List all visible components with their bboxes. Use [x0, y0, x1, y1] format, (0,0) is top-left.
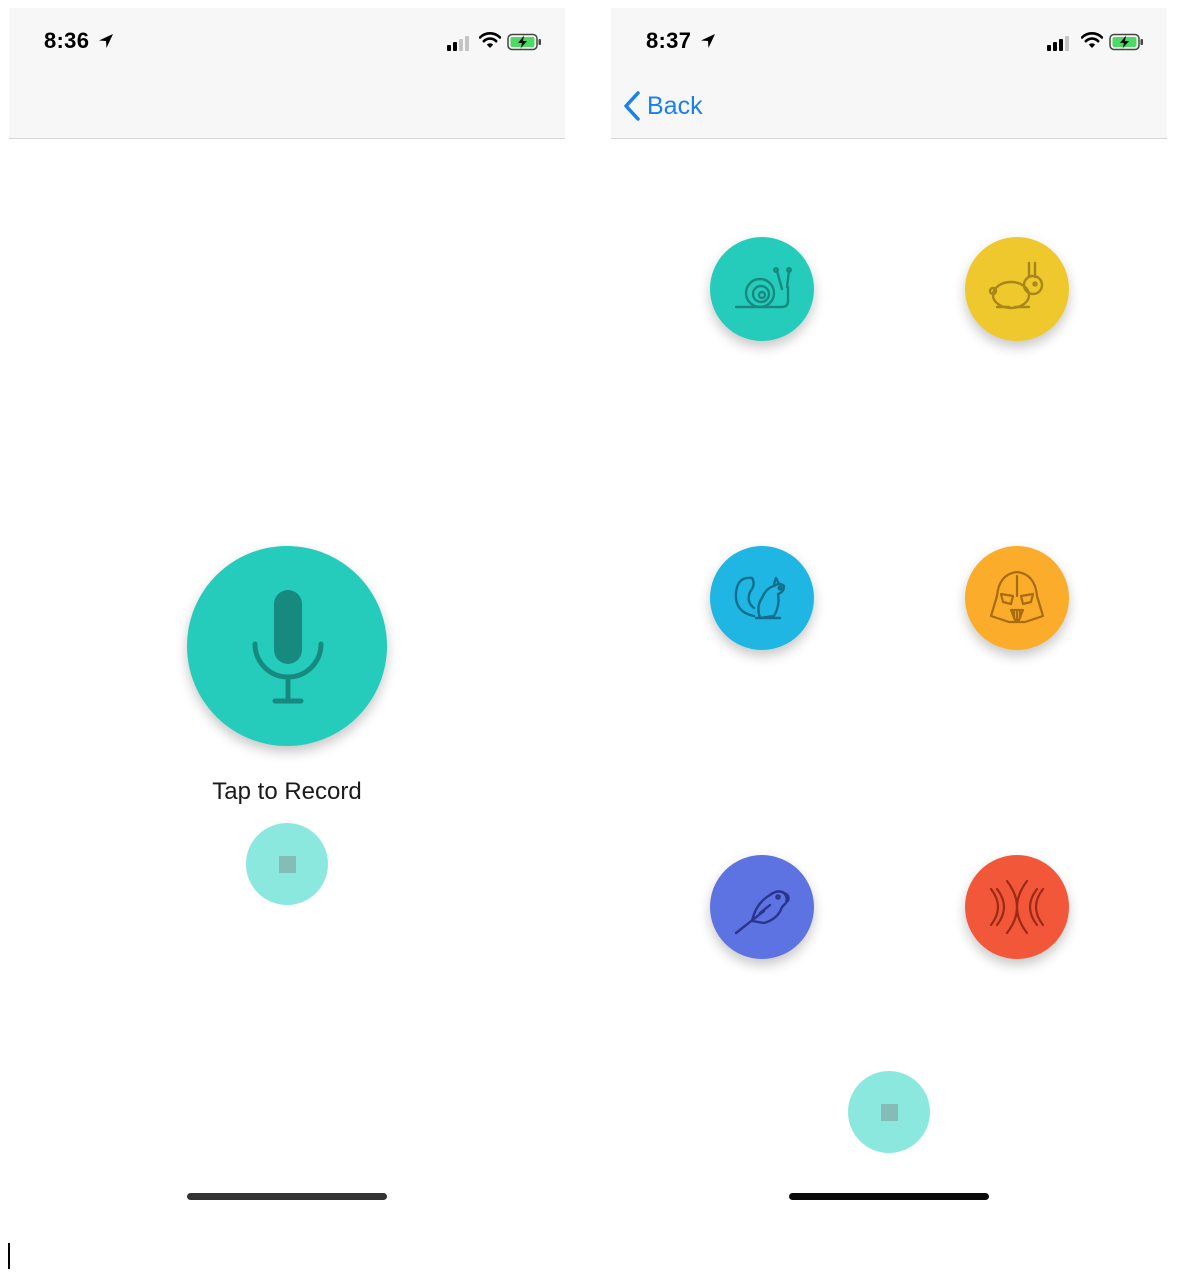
parrot-icon: [734, 890, 790, 935]
home-indicator: [187, 1193, 387, 1200]
back-label: Back: [647, 91, 703, 120]
stop-icon: [880, 1103, 898, 1121]
snail-icon: [734, 266, 793, 309]
status-time: 8:36: [44, 28, 90, 53]
rabbit-icon: [988, 261, 1044, 310]
chevron-left-icon: [624, 91, 640, 121]
tap-to-record-label: Tap to Record: [212, 778, 362, 805]
play-sounds-screen: 8:37 Back: [611, 8, 1167, 1208]
navigation-bar: 8:36: [9, 8, 565, 139]
chipmunk-effect-button[interactable]: [710, 546, 814, 650]
stop-icon: [278, 855, 296, 873]
back-button[interactable]: Back: [623, 88, 703, 124]
wifi-icon: [1081, 32, 1103, 48]
echo-waves-icon: [989, 879, 1045, 935]
home-indicator: [789, 1193, 989, 1200]
text-cursor: [8, 1243, 10, 1269]
record-button[interactable]: [187, 546, 387, 746]
record-screen: 8:36 Tap to Record: [9, 8, 565, 1208]
navigation-bar: 8:37 Back: [611, 8, 1167, 139]
status-time: 8:37: [646, 28, 692, 53]
battery-charging-icon: [1109, 33, 1143, 51]
darth-vader-icon: [989, 570, 1045, 624]
location-arrow-icon: [701, 34, 715, 48]
wifi-icon: [479, 32, 501, 48]
battery-charging-icon: [507, 33, 541, 51]
parrot-effect-button[interactable]: [710, 855, 814, 959]
snail-effect-button[interactable]: [710, 237, 814, 341]
location-arrow-icon: [99, 34, 113, 48]
rabbit-effect-button[interactable]: [965, 237, 1069, 341]
vader-effect-button[interactable]: [965, 546, 1069, 650]
microphone-icon: [252, 590, 324, 704]
squirrel-icon: [734, 576, 786, 620]
stop-button[interactable]: [246, 823, 328, 905]
stop-button[interactable]: [848, 1071, 930, 1153]
reverb-effect-button[interactable]: [965, 855, 1069, 959]
